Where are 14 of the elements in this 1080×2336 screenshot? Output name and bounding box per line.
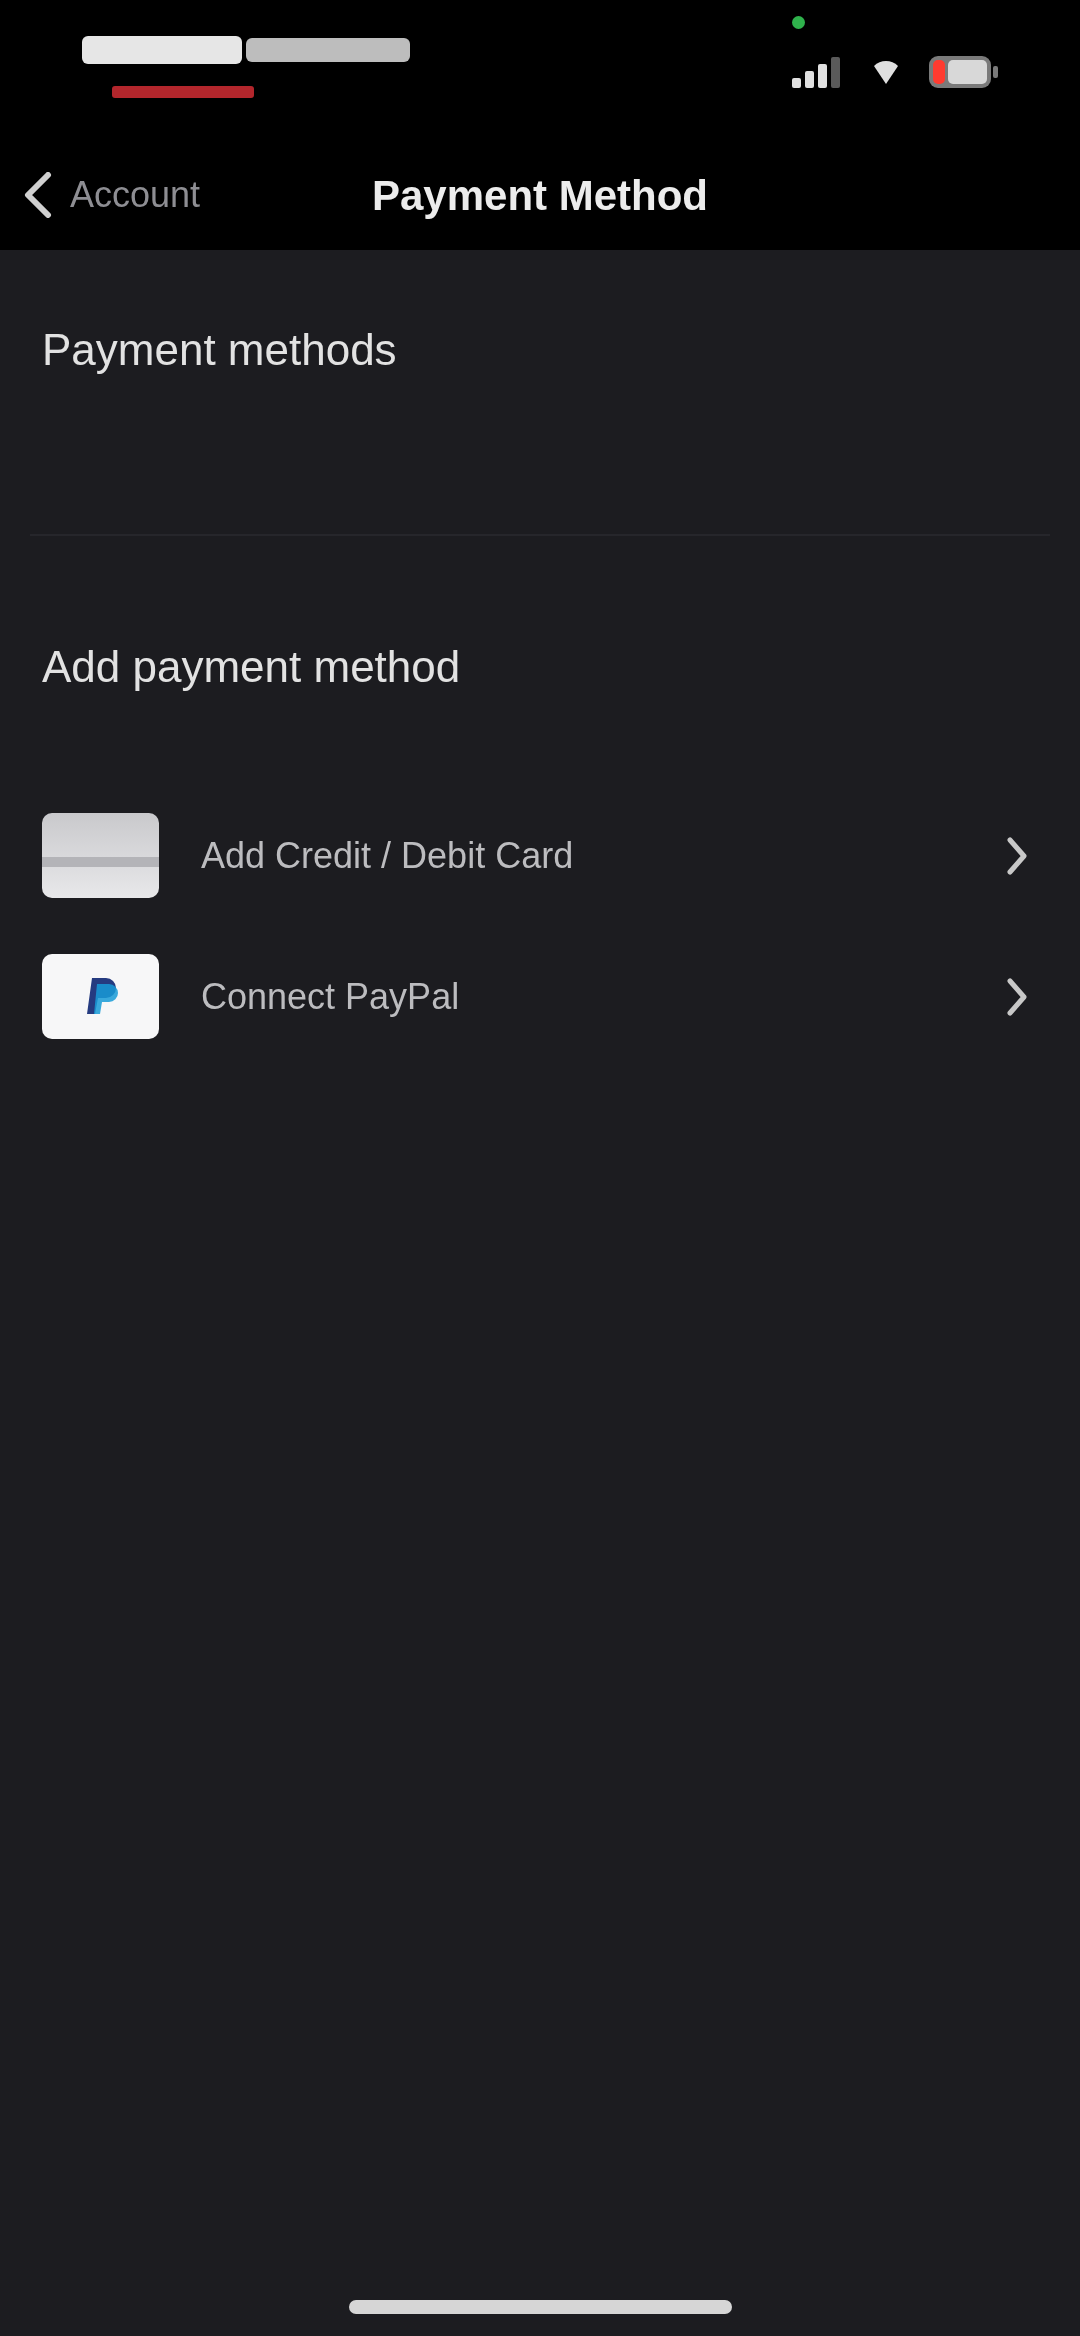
- back-button[interactable]: Account: [0, 168, 201, 222]
- chevron-right-icon: [1006, 836, 1028, 875]
- section-heading: Add payment method: [42, 641, 462, 693]
- indicator-dot-icon: [792, 16, 805, 29]
- payment-option-row[interactable]: Connect PayPal: [42, 954, 1038, 1039]
- wifi-icon: [874, 60, 898, 84]
- section-heading: Payment methods: [42, 324, 398, 376]
- battery-icon: [928, 55, 998, 89]
- payment-option-row[interactable]: Add Credit / Debit Card: [42, 813, 1038, 898]
- credit-card-icon: [42, 813, 159, 898]
- paypal-logo-icon: [42, 954, 159, 1039]
- page-title: Payment Method: [371, 170, 708, 221]
- chevron-left-icon: [22, 172, 52, 218]
- chevron-right-icon: [1006, 977, 1028, 1016]
